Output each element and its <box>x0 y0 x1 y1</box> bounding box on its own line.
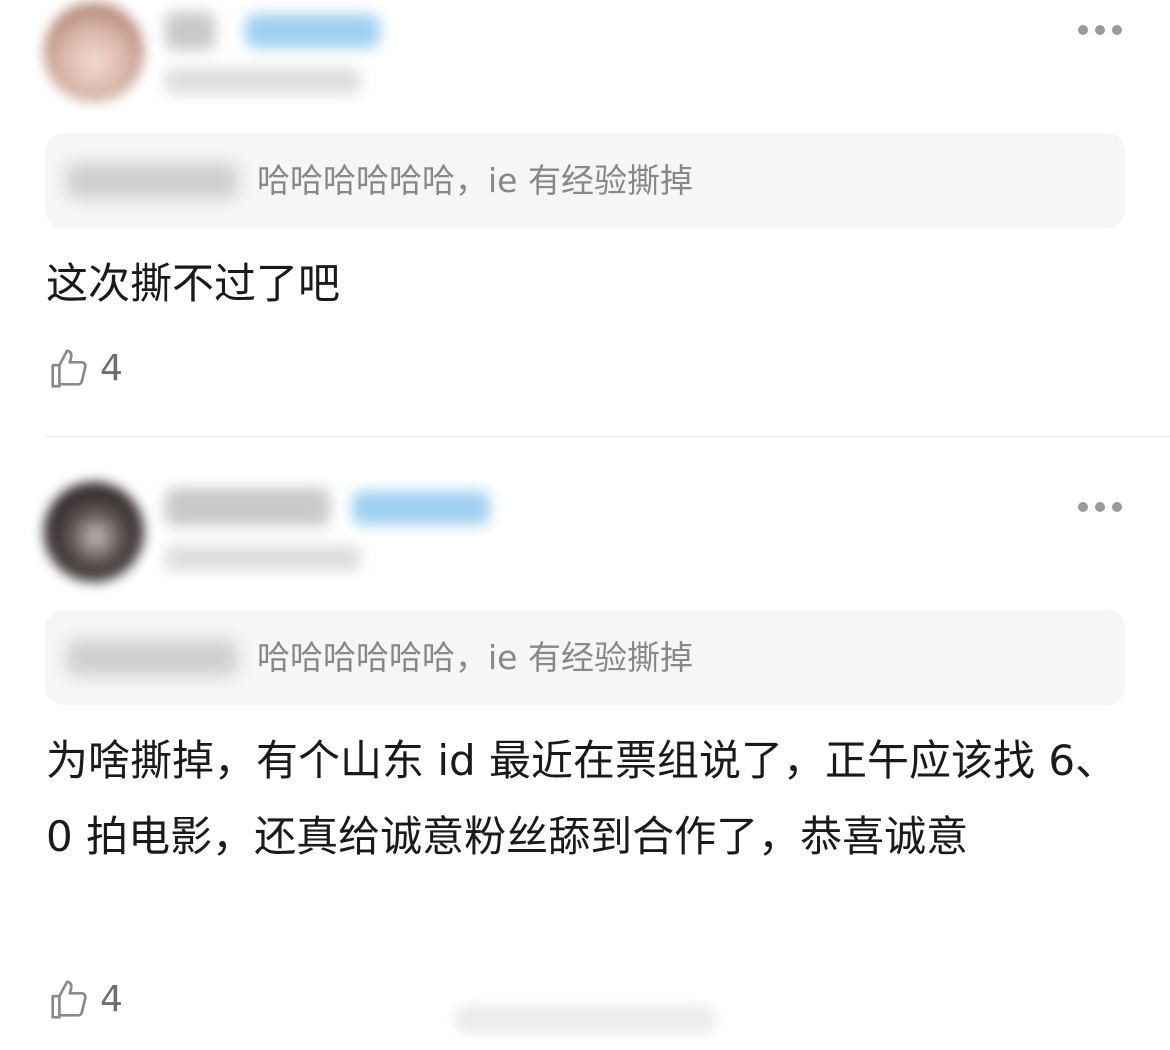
comment-text: 这次撕不过了吧 <box>46 259 341 308</box>
ellipsis-icon <box>1112 25 1122 35</box>
username-blurred[interactable] <box>165 488 330 526</box>
avatar[interactable] <box>44 482 144 582</box>
comment-meta-blurred <box>165 545 360 571</box>
like-count: 4 <box>100 979 123 1020</box>
quoted-reply[interactable]: 哈哈哈哈哈哈，ie 有经验撕掉 <box>45 610 1125 705</box>
ellipsis-icon <box>1095 502 1105 512</box>
comment-item: 哈哈哈哈哈哈，ie 有经验撕掉 为啥撕掉，有个山东 id 最近在票组说了，正午应… <box>0 437 1170 1050</box>
ellipsis-icon <box>1078 25 1088 35</box>
comment-text: 为啥撕掉，有个山东 id 最近在票组说了，正午应该找 6、0 拍电影，还真给诚意… <box>46 736 1118 861</box>
like-count: 4 <box>100 348 123 389</box>
username-blurred[interactable] <box>165 12 215 50</box>
comment-item: 哈哈哈哈哈哈，ie 有经验撕掉 这次撕不过了吧 4 <box>0 0 1170 437</box>
quoted-author-blurred <box>67 163 237 199</box>
like-button[interactable]: 4 <box>46 344 123 394</box>
comment-meta-blurred <box>165 68 360 94</box>
thumbs-up-icon <box>46 346 92 392</box>
fan-badge-blurred <box>352 491 490 525</box>
watermark-blurred <box>455 1005 715 1033</box>
quoted-text: 哈哈哈哈哈哈，ie 有经验撕掉 <box>257 638 693 677</box>
more-options-button[interactable] <box>1078 23 1122 37</box>
quoted-reply[interactable]: 哈哈哈哈哈哈，ie 有经验撕掉 <box>45 133 1125 228</box>
fan-badge-blurred <box>245 14 380 48</box>
quoted-text: 哈哈哈哈哈哈，ie 有经验撕掉 <box>257 161 693 200</box>
like-button[interactable]: 4 <box>46 975 123 1025</box>
avatar[interactable] <box>44 2 144 102</box>
thumbs-up-icon <box>46 977 92 1023</box>
quoted-author-blurred <box>67 640 237 676</box>
ellipsis-icon <box>1112 502 1122 512</box>
ellipsis-icon <box>1078 502 1088 512</box>
ellipsis-icon <box>1095 25 1105 35</box>
more-options-button[interactable] <box>1078 500 1122 514</box>
